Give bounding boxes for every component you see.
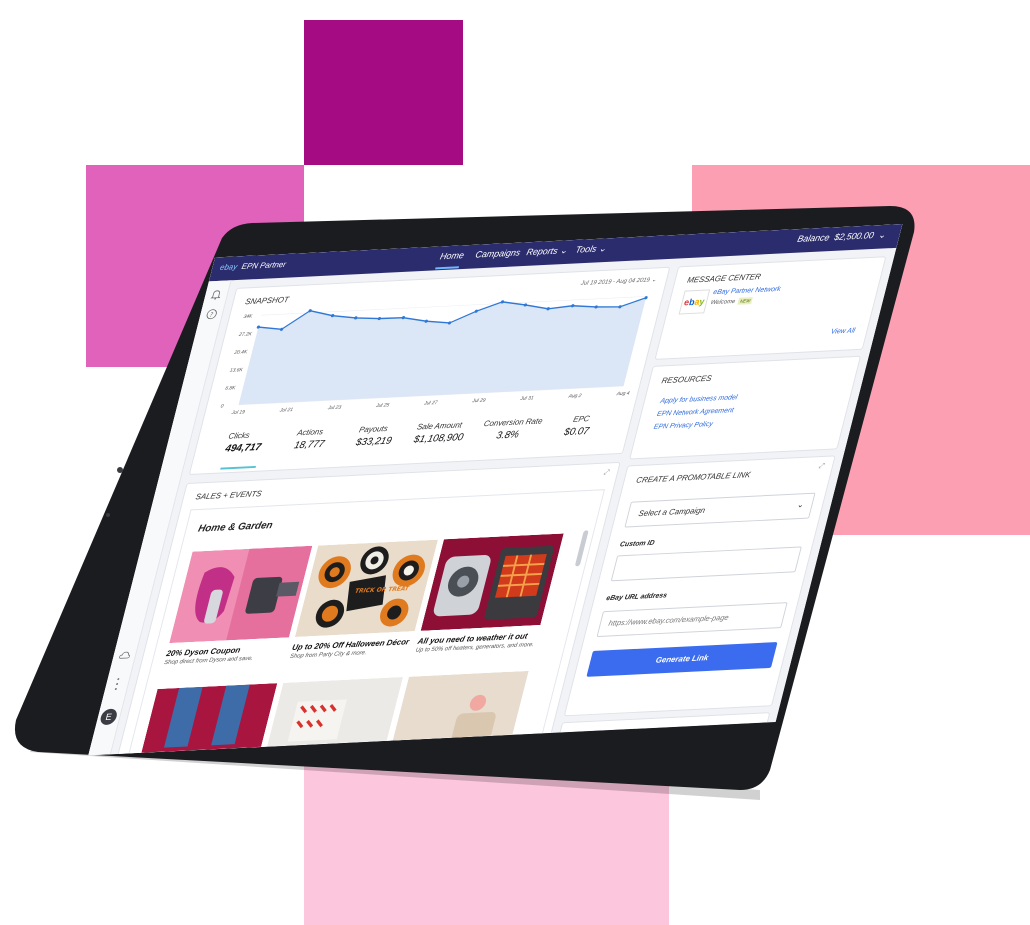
ebay-logo[interactable]: ebay <box>219 262 238 272</box>
product-image-halloween[interactable]: TRICK OR TREAT <box>294 539 439 638</box>
generate-link-button[interactable]: Generate Link <box>586 641 778 677</box>
snapshot-title: SNAPSHOT <box>244 295 290 307</box>
custom-id-label: Custom ID <box>619 539 656 549</box>
snapshot-chart: 0 6.8K 13.6K 20.4K 27.2K 34K Jul 19 Jul 21 Jul 2… <box>215 290 655 420</box>
x-tick-label: Aug 2 <box>567 393 582 400</box>
x-tick-label: Jul 21 <box>278 407 294 414</box>
create-link-title: CREATE A PROMOTABLE LINK <box>635 470 752 485</box>
nav-tools[interactable]: Tools ⌄ <box>574 243 608 255</box>
partner-label: EPN Partner <box>240 259 288 271</box>
message-center-card: MESSAGE CENTER ebay eBay Partner Network… <box>654 256 887 360</box>
metric-clicks[interactable]: Clicks 494,717 <box>223 428 299 455</box>
ebay-logo-icon: ebay <box>678 289 711 315</box>
custom-id-input[interactable] <box>610 546 802 582</box>
resource-link-network-agreement[interactable]: EPN Network Agreement <box>656 407 734 418</box>
message-sender[interactable]: eBay Partner Network <box>712 286 781 296</box>
metric-label: Conversion Rate <box>482 416 544 429</box>
view-all-link[interactable]: View All <box>830 328 856 336</box>
balance-value: $2,500.00 <box>833 230 876 243</box>
y-tick-label: 0 <box>220 404 224 410</box>
x-tick-label: Jul 27 <box>422 400 438 407</box>
x-tick-label: Jul 19 <box>230 409 246 416</box>
y-tick-label: 34K <box>243 314 254 320</box>
y-tick-label: 13.6K <box>229 367 244 374</box>
nav-reports[interactable]: Reports ⌄ <box>525 245 568 258</box>
sales-events-card: SALES + EVENTS ⤢ Home & Garden 20% Dyson… <box>115 461 621 756</box>
sales-events-title: SALES + EVENTS <box>194 489 263 502</box>
resources-title: RESOURCES <box>660 373 713 386</box>
chart-area-fill <box>238 297 647 405</box>
balance-display[interactable]: Balance $2,500.00 ⌄ <box>796 230 887 245</box>
app-screen: ebay EPN Partner Home Campaigns Reports … <box>88 223 903 756</box>
metric-label: EPC <box>572 414 591 424</box>
scrollbar-thumb[interactable] <box>574 530 589 567</box>
message-subject[interactable]: Welcome NEW <box>709 297 754 307</box>
message-subject-text: Welcome <box>709 298 736 307</box>
metric-value: $0.07 <box>562 425 591 439</box>
message-center-title: MESSAGE CENTER <box>686 272 762 285</box>
y-tick-label: 6.8K <box>224 385 236 391</box>
url-placeholder: https://www.ebay.com/example-page <box>607 612 730 628</box>
product-image-dyson[interactable] <box>169 545 313 644</box>
snapshot-chart-svg: 0 6.8K 13.6K 20.4K 27.2K 34K Jul 19 Jul 21 Jul 2… <box>220 296 648 416</box>
metric-epc[interactable]: EPC $0.07 <box>563 413 618 438</box>
more-icon[interactable] <box>110 677 125 691</box>
resource-link-business-model[interactable]: Apply for business model <box>659 394 738 405</box>
avatar[interactable]: E <box>98 708 119 726</box>
nav-home[interactable]: Home <box>439 250 465 261</box>
expand-icon[interactable]: ⤢ <box>603 469 610 477</box>
category-heading: Home & Garden <box>196 520 274 535</box>
url-input[interactable]: https://www.ebay.com/example-page <box>596 602 788 638</box>
balance-label: Balance <box>796 232 831 244</box>
expand-icon[interactable]: ⤢ <box>818 463 825 471</box>
metric-active-underline <box>220 465 257 470</box>
product-image-heaters[interactable] <box>420 533 564 631</box>
cloud-icon[interactable] <box>117 651 132 664</box>
y-tick-label: 27.2K <box>237 331 253 338</box>
metric-value: 3.8% <box>495 429 521 442</box>
x-tick-label: Aug 4 <box>615 391 630 398</box>
nav-campaigns[interactable]: Campaigns <box>474 247 521 259</box>
help-icon[interactable]: ? <box>204 308 219 321</box>
bell-icon[interactable] <box>209 289 224 302</box>
resource-link-privacy-policy[interactable]: EPN Privacy Policy <box>653 421 714 431</box>
url-label: eBay URL address <box>605 592 668 603</box>
metric-label: Clicks <box>227 430 251 441</box>
snapshot-card: SNAPSHOT Jul 19 2019 - Aug 04 2019 ⌄ 0 6.… <box>188 266 671 476</box>
campaign-select[interactable]: Select a Campaign ⌄ <box>624 492 816 528</box>
metric-value: $1,108,900 <box>412 432 465 446</box>
x-tick-label: Jul 25 <box>374 402 390 409</box>
nav-active-indicator <box>435 266 460 270</box>
x-tick-label: Jul 23 <box>326 405 342 412</box>
metric-value: 18,777 <box>292 438 326 452</box>
resources-card: RESOURCES Apply for business model EPN N… <box>629 355 862 460</box>
y-tick-label: 20.4K <box>233 349 249 356</box>
metric-value: 494,717 <box>223 441 263 455</box>
chevron-down-icon: ⌄ <box>877 229 888 240</box>
x-tick-label: Jul 29 <box>471 398 487 405</box>
new-badge: NEW <box>737 297 754 305</box>
x-tick-label: Jul 31 <box>519 395 535 402</box>
campaign-select-value: Select a Campaign <box>637 505 707 519</box>
sales-category-panel: Home & Garden 20% Dyson Coupon Shop dire… <box>124 489 606 756</box>
metric-label: Sale Amount <box>416 420 464 432</box>
date-range-picker[interactable]: Jul 19 2019 - Aug 04 2019 ⌄ <box>580 276 657 287</box>
metric-conversion-rate[interactable]: Conversion Rate 3.8% <box>479 415 563 442</box>
chevron-down-icon: ⌄ <box>796 500 805 510</box>
metric-sale-amount[interactable]: Sale Amount $1,108,900 <box>413 419 488 445</box>
product-image-row2-1[interactable] <box>134 683 278 756</box>
